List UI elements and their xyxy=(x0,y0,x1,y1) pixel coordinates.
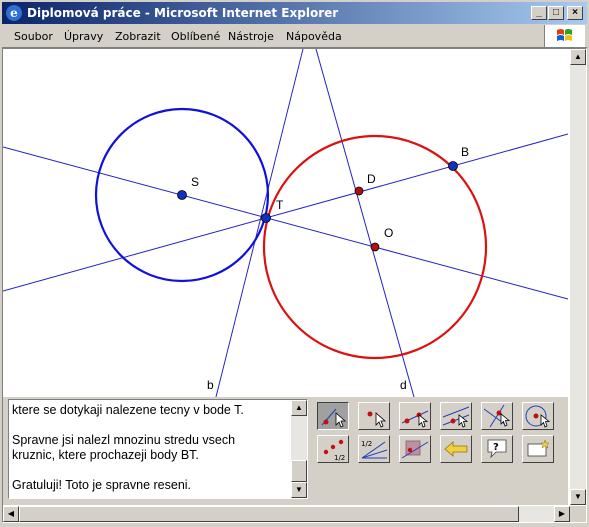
label-d: D xyxy=(367,172,376,186)
menu-bar: Soubor Úpravy Zobrazit Oblíbené Nástroje… xyxy=(2,25,587,48)
line-tool-button[interactable] xyxy=(399,402,431,430)
svg-text:?: ? xyxy=(493,442,499,453)
internet-explorer-icon: e xyxy=(6,5,22,21)
close-button[interactable]: × xyxy=(567,6,583,20)
reflect-tool-button[interactable] xyxy=(399,435,431,463)
scroll-right-arrow-icon[interactable]: ▶ xyxy=(554,506,570,522)
windows-logo-icon xyxy=(544,25,585,47)
undo-button[interactable] xyxy=(440,435,472,463)
svg-text:1/2: 1/2 xyxy=(361,440,372,448)
feedback-text: ktere se dotykaji nalezene tecny v bode … xyxy=(12,403,290,493)
menu-zobrazit[interactable]: Zobrazit xyxy=(115,30,161,43)
label-o: O xyxy=(384,226,393,240)
title-bar: e Diplomová práce - Microsoft Internet E… xyxy=(2,2,587,24)
menu-oblibene[interactable]: Oblíbené xyxy=(171,30,220,43)
circle-tool-button[interactable] xyxy=(522,402,554,430)
geometry-drawing[interactable]: S T D O B b d xyxy=(2,48,569,398)
parallel-line-icon xyxy=(442,406,470,428)
scroll-down-arrow-icon[interactable]: ▼ xyxy=(291,482,307,498)
scroll-down-arrow-icon[interactable]: ▼ xyxy=(570,489,586,505)
page-content: S T D O B b d ktere se dotykaji nalezene… xyxy=(2,48,587,523)
reflect-about-line-icon xyxy=(401,440,429,459)
menu-soubor[interactable]: Soubor xyxy=(14,30,53,43)
point-o[interactable] xyxy=(370,242,380,252)
help-icon: ? xyxy=(487,439,507,459)
scroll-corner xyxy=(570,506,586,522)
point-s[interactable] xyxy=(177,190,187,200)
perpendicular-line-icon xyxy=(483,404,511,428)
angle-bisector-icon: 1/2 xyxy=(361,440,388,459)
point-b[interactable] xyxy=(448,161,458,171)
feedback-text-panel: ktere se dotykaji nalezene tecny v bode … xyxy=(8,399,308,499)
label-s: S xyxy=(191,175,199,189)
label-line-d: d xyxy=(400,378,407,392)
menu-upravy[interactable]: Úpravy xyxy=(64,30,103,43)
label-line-b: b xyxy=(207,378,214,392)
help-button[interactable]: ? xyxy=(481,435,513,463)
new-construction-icon xyxy=(527,439,550,457)
label-t: T xyxy=(276,198,284,212)
geometry-toolbar: 1/2 1/2 ? xyxy=(317,402,567,502)
scroll-thumb[interactable] xyxy=(291,460,307,482)
midpoint-icon: 1/2 xyxy=(323,439,345,462)
point-d[interactable] xyxy=(354,186,364,196)
page-horizontal-scrollbar[interactable]: ◀ ▶ xyxy=(3,506,570,522)
page-vertical-scrollbar[interactable]: ▲ ▼ xyxy=(570,49,586,505)
menu-nastroje[interactable]: Nástroje xyxy=(228,30,274,43)
applet-panel: ktere se dotykaji nalezene tecny v bode … xyxy=(3,397,568,505)
undo-arrow-icon xyxy=(444,441,468,457)
move-tool-button[interactable] xyxy=(317,402,349,430)
maximize-button[interactable]: □ xyxy=(548,6,564,20)
parallel-tool-button[interactable] xyxy=(440,402,472,430)
svg-text:1/2: 1/2 xyxy=(334,454,345,462)
scroll-up-arrow-icon[interactable]: ▲ xyxy=(291,400,307,416)
perpendicular-tool-button[interactable] xyxy=(481,402,513,430)
browser-window: e Diplomová práce - Microsoft Internet E… xyxy=(0,0,589,527)
circle-center-point-icon xyxy=(525,405,551,428)
move-pointer-icon xyxy=(321,408,347,428)
bisector-tool-button[interactable]: 1/2 xyxy=(358,435,390,463)
line-b[interactable] xyxy=(215,48,304,398)
minimize-button[interactable]: _ xyxy=(531,6,547,20)
page-hscroll-thumb[interactable] xyxy=(19,506,519,522)
menu-napoveda[interactable]: Nápověda xyxy=(286,30,342,43)
scroll-left-arrow-icon[interactable]: ◀ xyxy=(3,506,19,522)
point-t[interactable] xyxy=(261,213,271,223)
text-line: kruznic, ktere prochazeji body BT. xyxy=(12,448,199,462)
line-through-points-icon xyxy=(401,410,429,428)
text-scrollbar[interactable]: ▲ ▼ xyxy=(291,400,307,498)
geometry-canvas[interactable]: S T D O B b d xyxy=(2,48,569,398)
label-b: B xyxy=(461,145,469,159)
midpoint-tool-button[interactable]: 1/2 xyxy=(317,435,349,463)
point-tool-button[interactable] xyxy=(358,402,390,430)
scroll-up-arrow-icon[interactable]: ▲ xyxy=(570,49,586,65)
line-d[interactable] xyxy=(315,48,415,398)
text-line: Gratuluji! Toto je spravne reseni. xyxy=(12,478,192,492)
text-line: ktere se dotykaji nalezene tecny v bode … xyxy=(12,403,244,417)
text-line: Spravne jsi nalezl mnozinu stredu vsech xyxy=(12,433,236,447)
new-point-icon xyxy=(367,411,387,428)
new-construction-button[interactable] xyxy=(522,435,554,463)
window-title: Diplomová práce - Microsoft Internet Exp… xyxy=(27,6,339,20)
